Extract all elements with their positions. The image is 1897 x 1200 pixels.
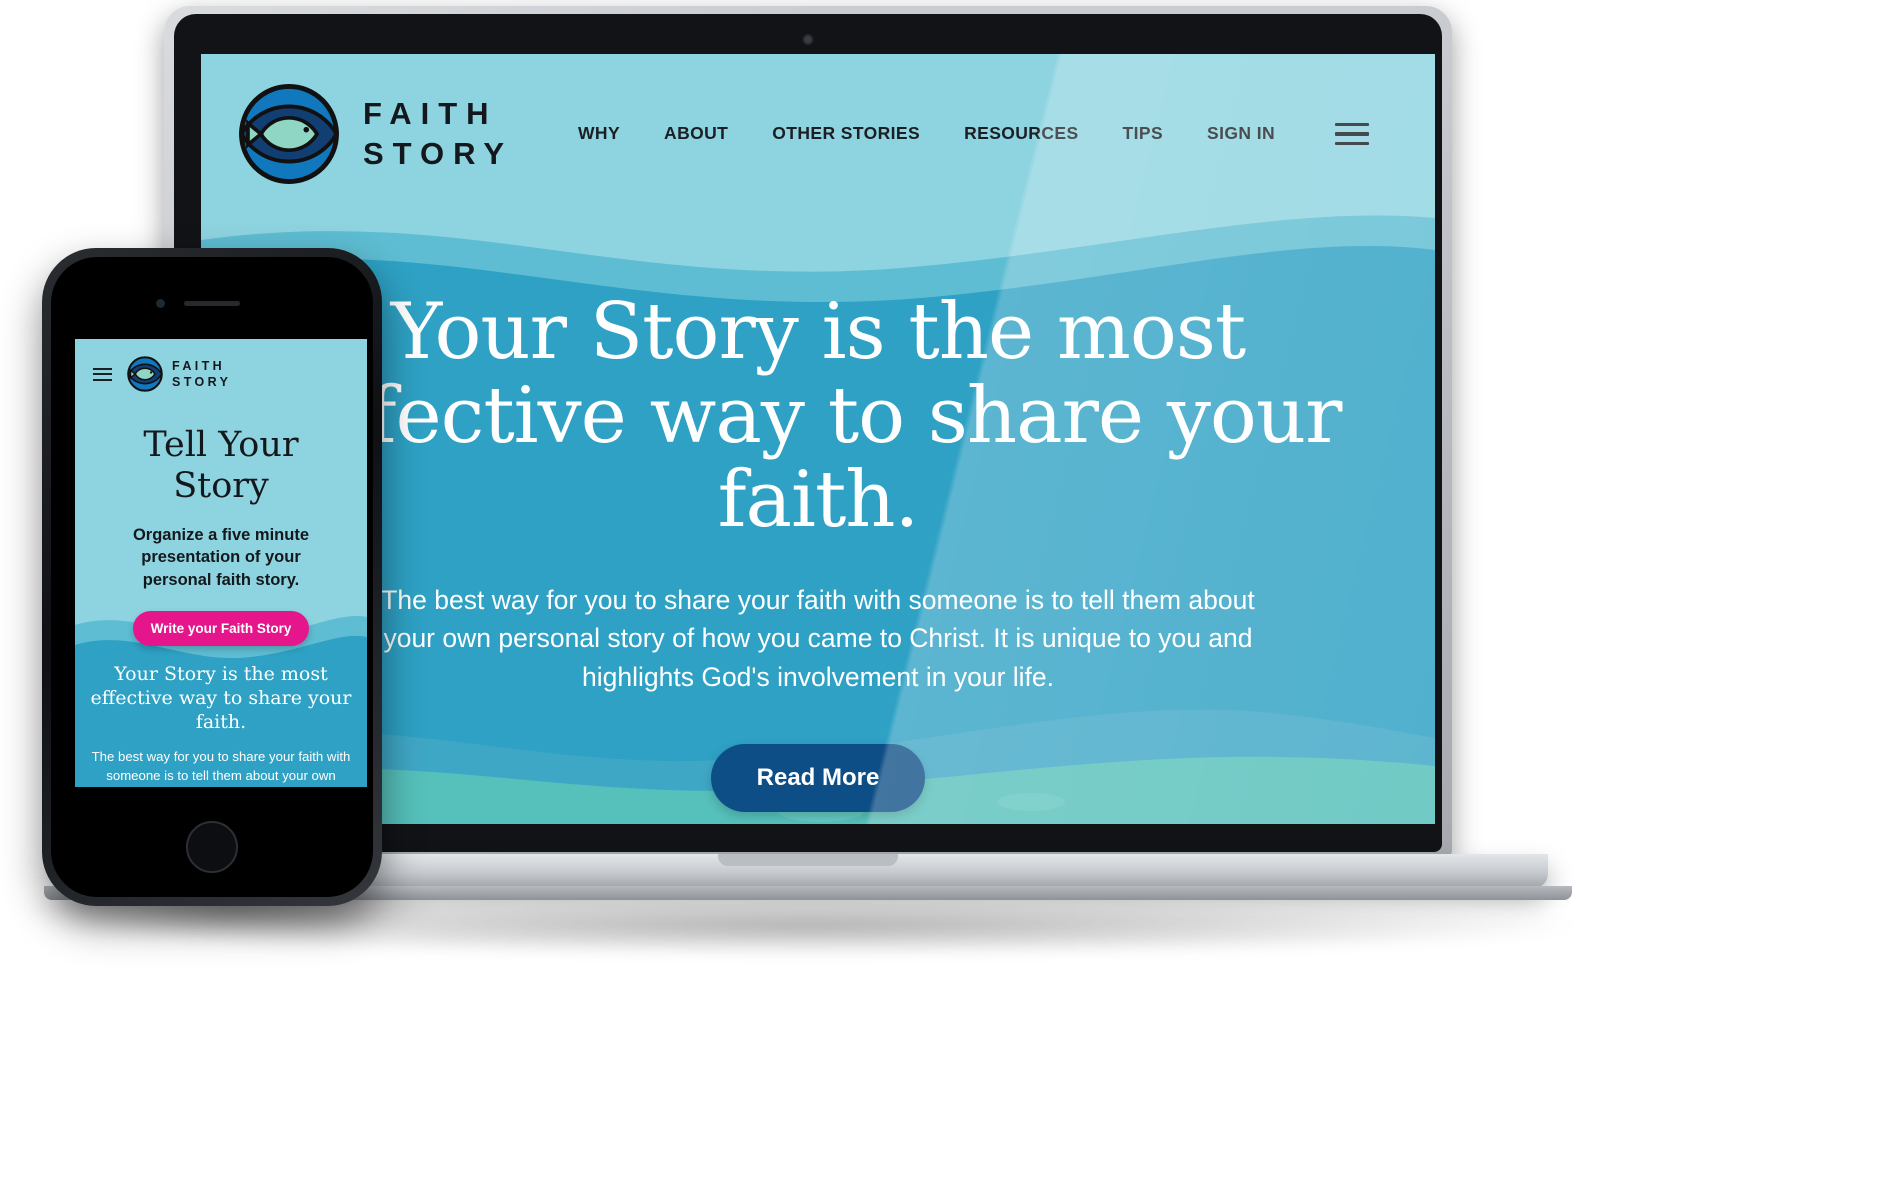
mobile-navbar: FAITH STORY [75,339,367,409]
phone-speaker-icon [184,301,240,306]
mobile-brand-wordmark: FAITH STORY [172,358,231,391]
read-more-button[interactable]: Read More [710,743,926,812]
mobile-hamburger-menu-icon[interactable] [93,367,112,381]
brand-logo[interactable]: FAITH STORY [235,80,513,188]
laptop-trackpad-notch [718,854,898,866]
nav-item-resources[interactable]: RESOURCES [964,123,1078,144]
desktop-navbar: FAITH STORY WHY ABOUT OTHER STORIES RESO… [201,54,1435,214]
nav-item-sign-in[interactable]: SIGN IN [1207,123,1275,144]
phone-bezel: FAITH STORY Tell Your Story Organize a f… [51,257,373,897]
hero-subtitle: The best way for you to share your faith… [381,584,1255,692]
phone-shell: FAITH STORY Tell Your Story Organize a f… [42,248,382,906]
hamburger-bar [1335,132,1369,136]
phone-camera-icon [156,299,165,308]
desktop-hero: Your Story is the most effective way to … [201,290,1435,812]
hamburger-bar [93,378,112,381]
desktop-nav-links: WHY ABOUT OTHER STORIES RESOURCES TIPS S… [578,122,1369,146]
phone-device: FAITH STORY Tell Your Story Organize a f… [22,248,442,936]
laptop-screen: FAITH STORY WHY ABOUT OTHER STORIES RESO… [201,54,1435,824]
brand-line-2: STORY [172,375,232,389]
hamburger-menu-icon[interactable] [1335,122,1369,146]
mobile-lower-title: Your Story is the most effective way to … [90,663,352,733]
nav-item-tips[interactable]: TIPS [1123,123,1164,144]
fish-in-circle-logo-icon [239,84,339,184]
brand-line-2: STORY [363,136,514,171]
hamburger-bar [1335,122,1369,127]
mobile-hero-subtitle: Organize a five minute presentation of y… [132,526,310,589]
mobile-lower-text: Your Story is the most effective way to … [75,663,367,787]
nav-item-other-stories[interactable]: OTHER STORIES [772,123,920,144]
mobile-hero-title: Tell Your Story [143,425,299,506]
mobile-hero: Tell Your Story Organize a five minute p… [75,425,367,646]
desktop-website: FAITH STORY WHY ABOUT OTHER STORIES RESO… [201,54,1435,824]
nav-item-about[interactable]: ABOUT [664,123,728,144]
fish-in-circle-logo-icon [127,356,163,392]
phone-home-button[interactable] [186,821,238,873]
mobile-website: FAITH STORY Tell Your Story Organize a f… [75,339,367,787]
mobile-lower-body: The best way for you to share your faith… [91,749,351,787]
brand-line-1: FAITH [363,96,498,132]
screenshot-stage: FAITH STORY WHY ABOUT OTHER STORIES RESO… [0,0,1897,1200]
hero-title: Your Story is the most effective way to … [294,287,1343,546]
brand-wordmark: FAITH STORY [363,94,513,173]
mobile-lower-section: Your Story is the most effective way to … [75,637,367,787]
phone-screen: FAITH STORY Tell Your Story Organize a f… [75,339,367,787]
hamburger-bar [1335,141,1369,146]
brand-line-1: FAITH [172,358,226,373]
mobile-brand-logo[interactable]: FAITH STORY [126,355,231,393]
nav-item-why[interactable]: WHY [578,123,620,144]
webcam-icon [802,34,814,45]
hamburger-bar [93,367,112,370]
hamburger-bar [93,373,112,375]
